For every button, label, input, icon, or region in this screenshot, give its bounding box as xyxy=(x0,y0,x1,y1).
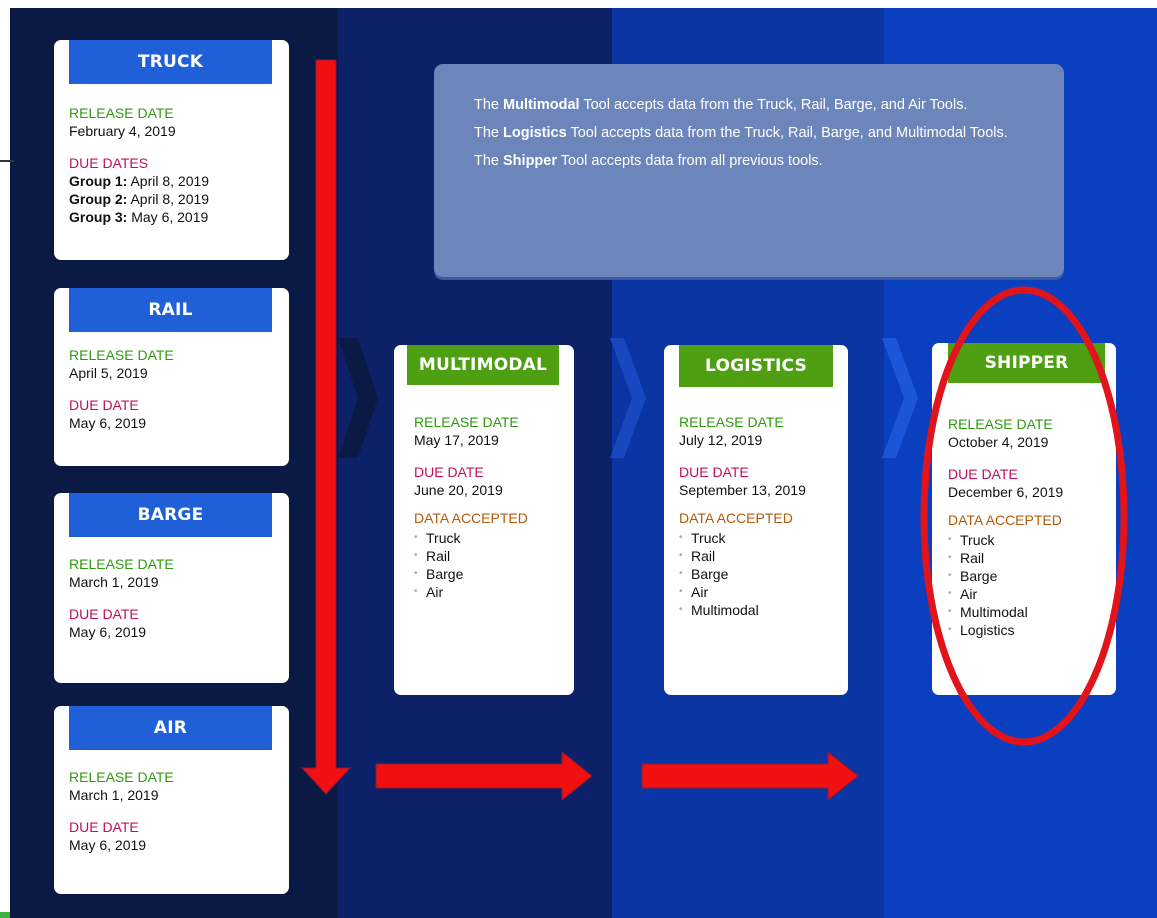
red-arrow-right xyxy=(641,750,859,802)
diagram-canvas: TRUCK RELEASE DATE February 4, 2019 DUE … xyxy=(10,8,1157,918)
edge-green-mark xyxy=(0,912,10,918)
annotation-overlay xyxy=(300,59,1128,802)
red-arrow-down xyxy=(300,59,352,795)
red-circle-highlight xyxy=(920,286,1128,746)
edge-tick xyxy=(0,160,14,162)
red-arrow-right xyxy=(375,750,593,802)
